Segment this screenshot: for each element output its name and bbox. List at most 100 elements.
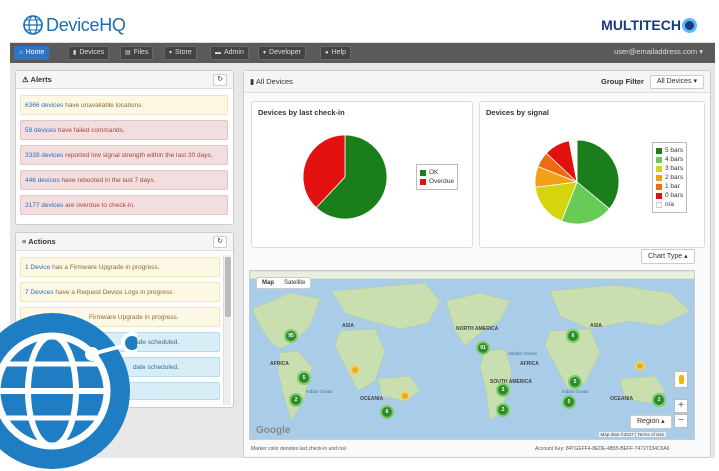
user-menu[interactable]: user@emailaddress.com ▾: [614, 47, 703, 56]
map-cluster[interactable]: 91: [476, 341, 490, 355]
region-label: Region: [637, 418, 660, 425]
map-marker[interactable]: [350, 365, 360, 375]
alert-item[interactable]: 3177 devices are overdue to check-in.: [20, 195, 228, 215]
terms-link[interactable]: Terms of Use: [637, 432, 664, 437]
brand-name: MULTITECH: [601, 17, 681, 33]
list-icon: ≡: [22, 237, 27, 246]
nav-store[interactable]: ▾ Store: [164, 46, 197, 60]
actions-scrollbar[interactable]: [223, 255, 231, 405]
legend-label: 0 bars: [665, 192, 684, 199]
alert-text: are overdue to check-in.: [63, 202, 135, 209]
map-cluster[interactable]: 95: [284, 329, 298, 343]
cart-icon: ▾: [263, 50, 267, 56]
map-cluster[interactable]: 6: [380, 405, 394, 419]
legend-swatch: [656, 147, 662, 154]
alerts-title: Alerts: [30, 75, 52, 84]
devicehq-logo[interactable]: DeviceHQ: [22, 13, 126, 37]
signal-pie-chart[interactable]: [532, 137, 622, 227]
globe-network-icon: [0, 313, 137, 469]
action-item[interactable]: 7 Devices have a Request Device Logs in …: [20, 282, 220, 302]
alert-item[interactable]: 3339 devices reported low signal strengt…: [20, 145, 228, 165]
legend-label: Overdue: [429, 178, 454, 185]
map-marker[interactable]: [400, 391, 410, 401]
map-tab-map[interactable]: Map: [257, 278, 279, 288]
legend-swatch: [656, 192, 662, 199]
nav-devices-label: Devices: [79, 49, 105, 56]
legend-entry: 3 bars: [656, 164, 683, 173]
device-map[interactable]: Map Satellite ASIA AFRICA OCEANIA NORTH …: [249, 270, 695, 440]
nav-home[interactable]: ⌂ Home: [14, 46, 50, 60]
devices-title: All Devices: [255, 77, 293, 86]
alert-item[interactable]: 59 devices have failed commands.: [20, 120, 228, 140]
map-type-tabs: Map Satellite: [256, 277, 312, 289]
legend-swatch: [656, 174, 662, 181]
alerts-panel: ⚠ Alerts ↻ 6366 devices have unavailable…: [15, 70, 234, 225]
nav-bar: ⌂ Home ▮ Devices ▤ Files ▾ Store ▬ Admin…: [10, 43, 715, 63]
action-count[interactable]: 7 Devices: [25, 289, 54, 296]
chart-type-label: Chart Type: [648, 253, 683, 260]
region-button[interactable]: Region ▴: [630, 415, 672, 429]
top-bar: DeviceHQ MULTITECH: [10, 8, 715, 43]
map-cluster[interactable]: 5: [297, 371, 311, 385]
checkin-pie-chart[interactable]: [300, 132, 390, 222]
alert-text: have failed commands.: [56, 127, 125, 134]
checkin-legend: OK Overdue: [416, 164, 458, 190]
legend-swatch: [656, 183, 662, 190]
alert-count[interactable]: 446 devices: [25, 177, 60, 184]
chart-type-button[interactable]: Chart Type ▴: [641, 249, 695, 264]
alerts-header: ⚠ Alerts ↻: [16, 71, 233, 89]
alert-text: have unavailable locations.: [63, 102, 144, 109]
label-south-america: SOUTH AMERICA: [490, 379, 533, 385]
alert-item[interactable]: 6366 devices have unavailable locations.: [20, 95, 228, 115]
alert-count[interactable]: 3177 devices: [25, 202, 63, 209]
map-cluster[interactable]: 5: [568, 375, 582, 389]
map-cluster[interactable]: 5: [562, 395, 576, 409]
legend-label: 3 bars: [665, 165, 684, 172]
actions-refresh-button[interactable]: ↻: [213, 235, 227, 248]
nav-files[interactable]: ▤ Files: [120, 46, 154, 60]
map-cluster[interactable]: 2: [652, 393, 666, 407]
nav-home-label: Home: [25, 49, 45, 56]
alert-count[interactable]: 6366 devices: [25, 102, 63, 109]
map-cluster[interactable]: 6: [566, 329, 580, 343]
warning-icon: ⚠: [22, 75, 29, 84]
legend-swatch: [420, 178, 426, 185]
group-filter-dropdown[interactable]: All Devices ▾: [649, 74, 704, 89]
action-item[interactable]: 1 Device has a Firmware Upgrade in progr…: [20, 257, 220, 277]
label-indian-2: Indian Ocean: [562, 389, 589, 394]
alert-text: reported low signal strength within the …: [63, 152, 213, 159]
legend-label: n/a: [665, 201, 675, 208]
nav-admin[interactable]: ▬ Admin: [210, 46, 249, 60]
legend-label: 2 bars: [665, 174, 684, 181]
zoom-out-button[interactable]: −: [674, 414, 688, 428]
map-cluster[interactable]: 2: [496, 403, 510, 417]
map-cluster[interactable]: 3: [496, 383, 510, 397]
legend-swatch: [420, 169, 426, 176]
nav-admin-label: Admin: [224, 49, 244, 56]
map-marker[interactable]: [635, 361, 645, 371]
nav-developer[interactable]: ▾ Developer: [258, 46, 306, 60]
question-icon: ●: [325, 50, 329, 56]
world-landmass: [250, 271, 694, 422]
map-tab-satellite[interactable]: Satellite: [279, 278, 310, 288]
action-text: date scheduled.: [133, 364, 179, 371]
briefcase-icon: ▬: [215, 50, 221, 56]
alert-item[interactable]: 446 devices have rebooted in the last 7 …: [20, 170, 228, 190]
alert-count[interactable]: 3339 devices: [25, 152, 63, 159]
checkin-chart-title: Devices by last check-in: [258, 108, 345, 117]
action-count[interactable]: 1 Device: [25, 264, 50, 271]
actions-title: Actions: [28, 237, 56, 246]
zoom-in-button[interactable]: +: [674, 399, 688, 413]
alerts-refresh-button[interactable]: ↻: [213, 73, 227, 86]
group-filter-value: All Devices: [656, 77, 692, 85]
legend-entry: 0 bars: [656, 191, 683, 200]
street-view-icon[interactable]: [674, 371, 688, 388]
alert-count[interactable]: 59 devices: [25, 127, 56, 134]
nav-devices[interactable]: ▮ Devices: [68, 46, 110, 60]
alert-text: have rebooted in the last 7 days.: [59, 177, 156, 184]
nav-help[interactable]: ● Help: [320, 46, 352, 60]
file-icon: ▤: [125, 50, 131, 56]
legend-swatch: [656, 201, 662, 208]
legend-swatch: [656, 156, 662, 163]
map-cluster[interactable]: 2: [289, 393, 303, 407]
